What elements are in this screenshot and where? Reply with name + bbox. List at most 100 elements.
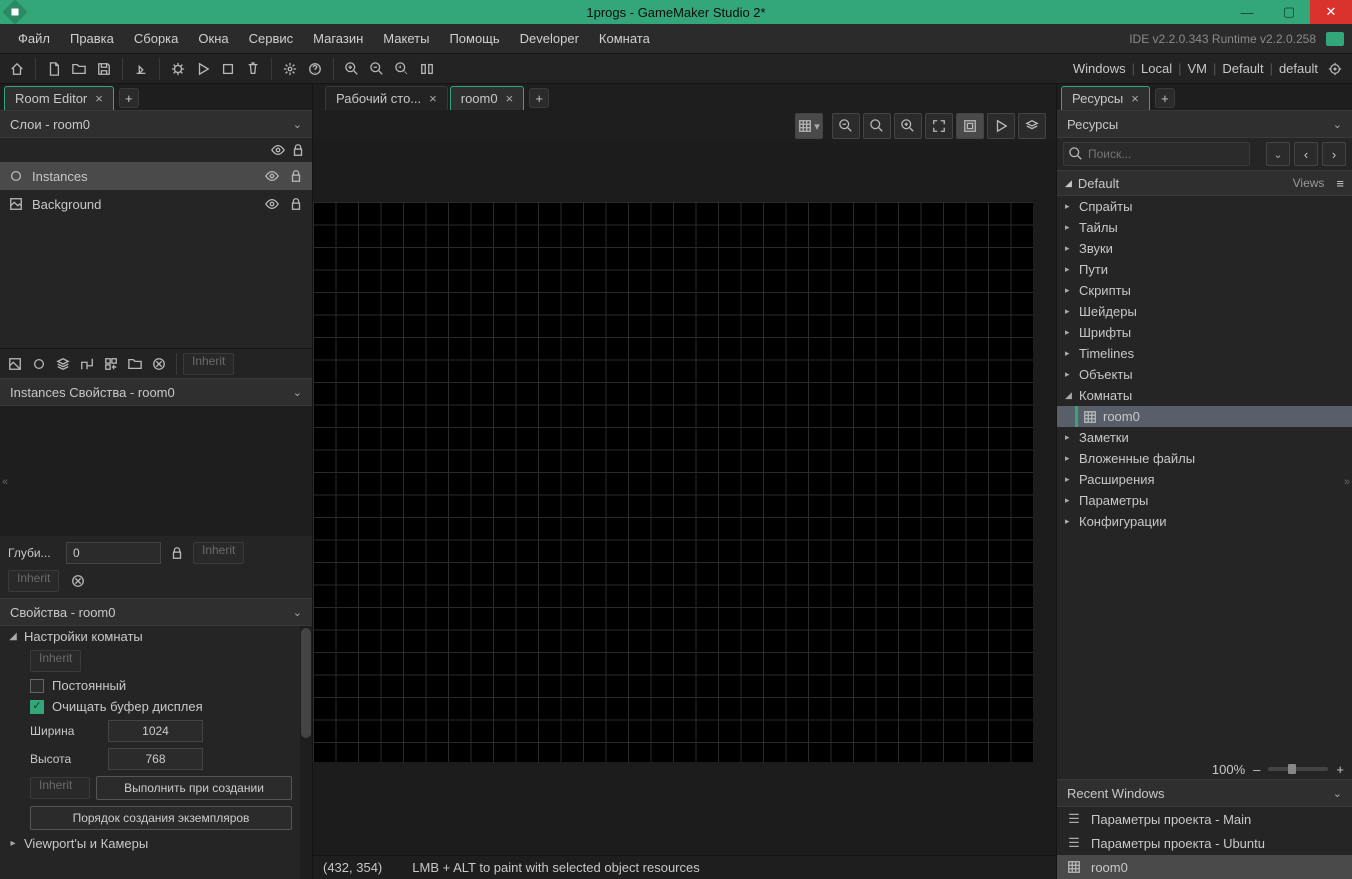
viewports-row[interactable]: ▸Viewport'ы и Камеры [0,833,300,854]
tab-resources[interactable]: Ресурсы × [1061,86,1150,110]
target-device[interactable]: default [1279,61,1318,76]
layer-lock-icon[interactable] [288,168,304,184]
menu-tools[interactable]: Сервис [239,27,304,50]
resource-sprites[interactable]: ▸Спрайты [1057,196,1352,217]
menu-shop[interactable]: Магазин [303,27,373,50]
lock-column-icon[interactable] [290,142,306,158]
resource-extensions[interactable]: ▸Расширения [1057,469,1352,490]
run-button[interactable] [192,58,214,80]
stop-button[interactable] [217,58,239,80]
creation-code-button[interactable]: Выполнить при создании [96,776,292,800]
menu-developer[interactable]: Developer [510,27,589,50]
zoom-reset-button[interactable] [391,58,413,80]
clear-button[interactable] [67,570,89,592]
menu-build[interactable]: Сборка [124,27,189,50]
add-folder-button[interactable] [124,353,146,375]
resource-configs[interactable]: ▸Конфигурации [1057,511,1352,532]
default-group-header[interactable]: ◢ Default Views ≡ [1057,170,1352,196]
layer-lock-icon[interactable] [288,196,304,212]
home-button[interactable] [6,58,28,80]
add-instance-layer-button[interactable] [28,353,50,375]
add-tab-button[interactable]: + [1155,88,1175,108]
close-tab-icon[interactable]: × [429,91,437,106]
nav-next-button[interactable]: › [1322,142,1346,166]
height-input[interactable] [108,748,203,770]
depth-lock-icon[interactable] [169,545,185,561]
new-file-button[interactable] [43,58,65,80]
layer-visibility-icon[interactable] [264,168,280,184]
minimize-button[interactable]: — [1226,0,1268,24]
target-config[interactable]: Default [1222,61,1263,76]
clear-buffer-row[interactable]: Очищать буфер дисплея [0,696,300,717]
layers-header[interactable]: Слои - room0 ⌄ [0,110,312,138]
add-tab-button[interactable]: + [529,88,549,108]
notification-icon[interactable] [1326,32,1344,46]
menu-file[interactable]: Файл [8,27,60,50]
resource-included-files[interactable]: ▸Вложенные файлы [1057,448,1352,469]
add-bg-layer-button[interactable] [4,353,26,375]
menu-windows[interactable]: Окна [188,27,238,50]
resource-fonts[interactable]: ▸Шрифты [1057,322,1352,343]
zoom-slider[interactable] [1268,767,1328,771]
menu-room[interactable]: Комната [589,27,660,50]
room-props-header[interactable]: Свойства - room0 ⌄ [0,598,312,626]
layer-view-button[interactable] [1018,113,1046,139]
recent-row-room0[interactable]: room0 [1057,855,1352,879]
menu-help[interactable]: Помощь [439,27,509,50]
resource-timelines[interactable]: ▸Timelines [1057,343,1352,364]
resource-notes[interactable]: ▸Заметки [1057,427,1352,448]
zoom-minus-icon[interactable]: – [1253,762,1260,777]
layer-visibility-icon[interactable] [264,196,280,212]
menu-edit[interactable]: Правка [60,27,124,50]
nav-prev-button[interactable]: ‹ [1294,142,1318,166]
resource-paths[interactable]: ▸Пути [1057,259,1352,280]
size-inherit-button[interactable]: Inherit [30,777,90,799]
close-tab-icon[interactable]: × [506,91,514,106]
maximize-button[interactable]: ▢ [1268,0,1310,24]
grid-toggle-button[interactable]: ▾ [795,113,823,139]
scrollbar[interactable] [300,626,312,879]
open-folder-button[interactable] [68,58,90,80]
debug-button[interactable] [167,58,189,80]
recent-windows-header[interactable]: Recent Windows ⌄ [1057,779,1352,807]
close-tab-icon[interactable]: × [1131,91,1139,106]
tab-room0[interactable]: room0 × [450,86,524,110]
target-vm[interactable]: VM [1187,61,1207,76]
close-tab-icon[interactable]: × [95,91,103,106]
zoom-plus-icon[interactable]: + [1336,762,1344,777]
create-executable-button[interactable] [130,58,152,80]
target-platform[interactable]: Windows [1073,61,1126,76]
resource-options[interactable]: ▸Параметры [1057,490,1352,511]
resource-objects[interactable]: ▸Объекты [1057,364,1352,385]
resource-tiles[interactable]: ▸Тайлы [1057,217,1352,238]
layer-inherit-button[interactable]: Inherit [8,570,59,592]
fullscreen-button[interactable] [925,113,953,139]
depth-input[interactable] [66,542,161,564]
zoom-out-button[interactable] [366,58,388,80]
recent-row-main[interactable]: ☰ Параметры проекта - Main [1057,807,1352,831]
search-dropdown-button[interactable]: ⌄ [1266,142,1290,166]
layer-row-instances[interactable]: Instances [0,162,312,190]
recent-row-ubuntu[interactable]: ☰ Параметры проекта - Ubuntu [1057,831,1352,855]
settings-button[interactable] [279,58,301,80]
tab-room-editor[interactable]: Room Editor × [4,86,114,110]
room-inherit-button[interactable]: Inherit [30,650,81,672]
zoom-reset-room-button[interactable] [863,113,891,139]
save-button[interactable] [93,58,115,80]
tab-workspace[interactable]: Рабочий сто... × [325,86,448,110]
add-tab-button[interactable]: + [119,88,139,108]
views-menu-icon[interactable]: ≡ [1336,176,1344,191]
depth-inherit-button[interactable]: Inherit [193,542,244,564]
target-location[interactable]: Local [1141,61,1172,76]
clean-button[interactable] [242,58,264,80]
canvas-mode-button[interactable] [956,113,984,139]
resource-scripts[interactable]: ▸Скрипты [1057,280,1352,301]
persistent-row[interactable]: Постоянный [0,675,300,696]
width-input[interactable] [108,720,203,742]
menu-layouts[interactable]: Макеты [373,27,439,50]
zoom-in-room-button[interactable] [894,113,922,139]
room-canvas[interactable] [313,142,1056,855]
search-input[interactable] [1063,142,1250,166]
add-asset-layer-button[interactable] [100,353,122,375]
zoom-in-button[interactable] [341,58,363,80]
